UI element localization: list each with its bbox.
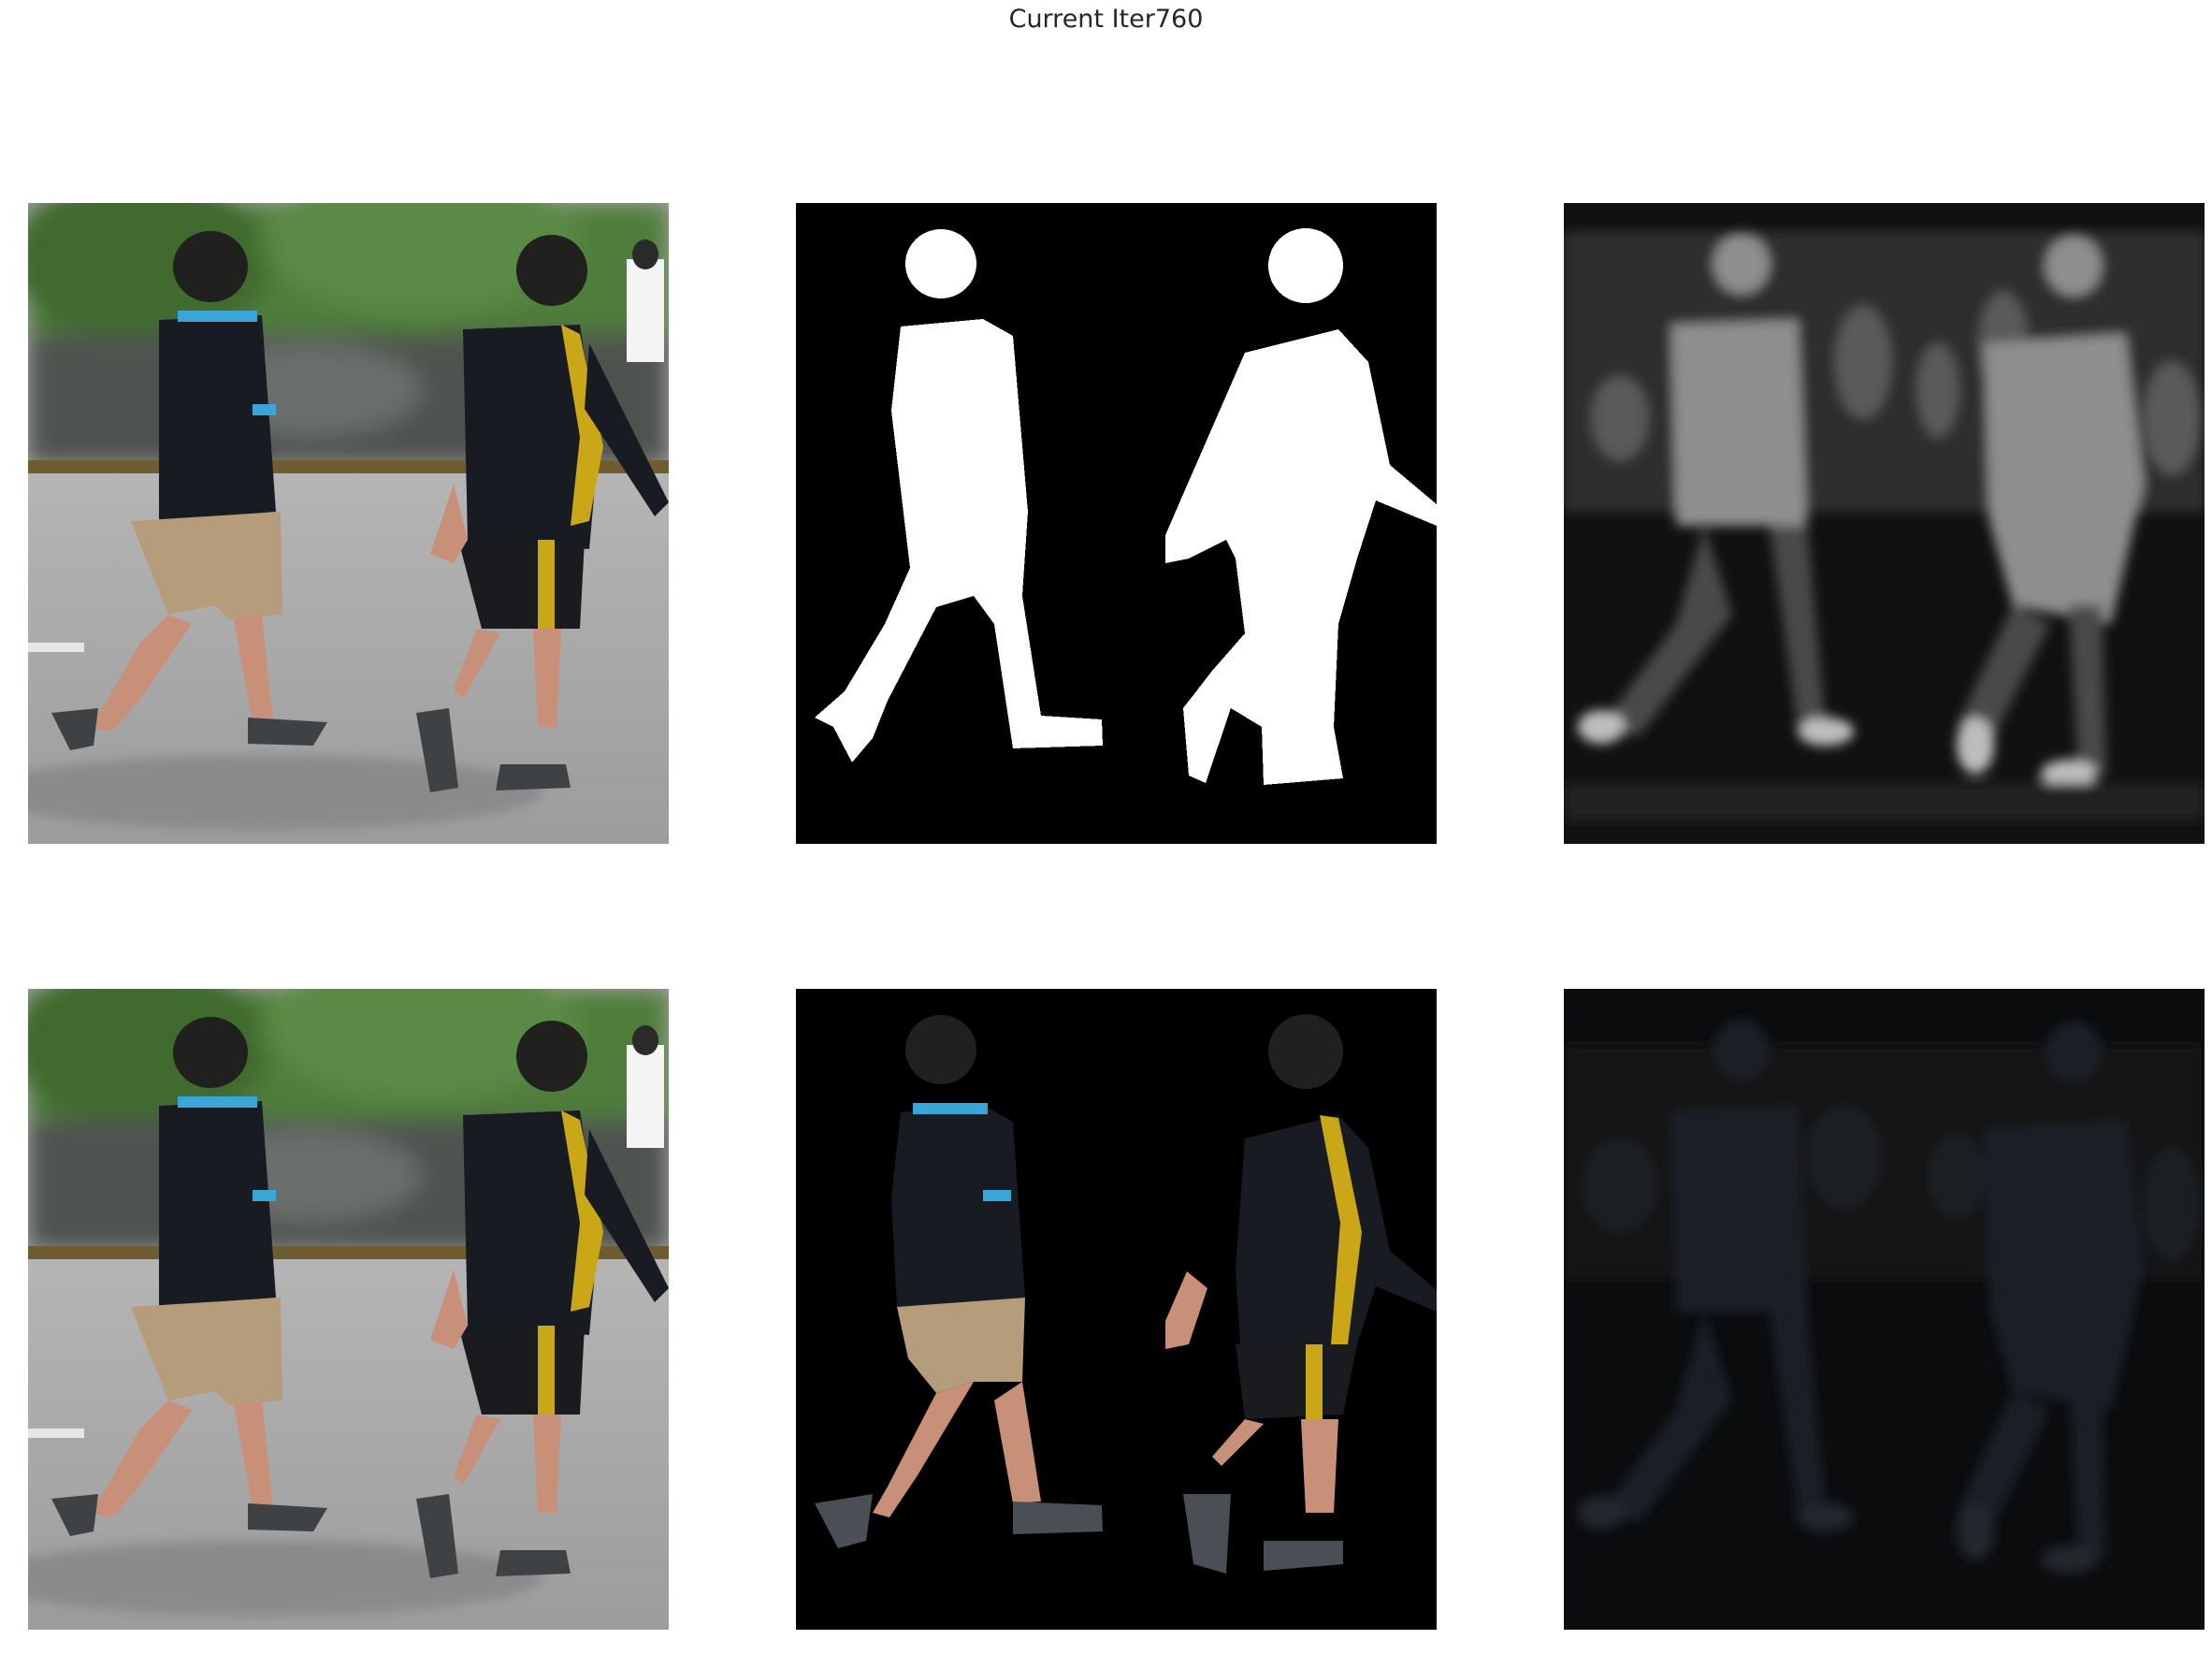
panel-masked-photo [796,989,1437,1630]
panel-predicted-masked-photo [1564,989,2205,1630]
panel-predicted-map [1564,203,2205,844]
panel-input-photo-bottom [28,989,669,1630]
figure-title: Current Iter760 [1008,5,1204,34]
panel-input-photo-top [28,203,669,844]
masked-photo-icon [796,989,1437,1630]
ground-truth-mask-icon [796,203,1437,844]
panel-ground-truth-mask [796,203,1437,844]
input-photo-icon [28,203,669,844]
predicted-map-icon [1564,203,2205,844]
predicted-masked-photo-icon [1564,989,2205,1630]
input-photo-icon [28,989,669,1630]
